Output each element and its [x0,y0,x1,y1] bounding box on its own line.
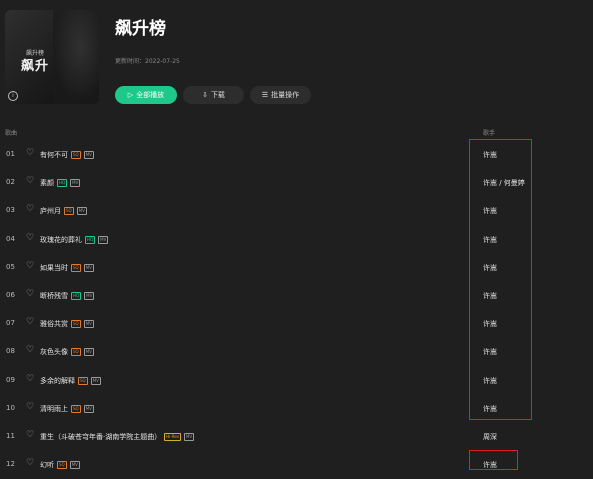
page-title: 飙升榜 [115,19,166,39]
song-title[interactable]: 雅俗共赏 SQ MV [40,319,94,329]
quality-badge[interactable]: MV [183,433,195,441]
song-title-text: 雅俗共赏 [40,320,68,329]
song-title-text: 玫瑰花的葬礼 [40,235,82,244]
quality-badge: HQ [71,292,82,300]
list-icon: ☰ [261,91,269,99]
quality-badge: Hi-Res [164,433,181,441]
quality-badge[interactable]: MV [98,235,109,244]
song-title[interactable]: 断桥残雪 HQ MV [40,291,95,301]
heart-icon[interactable]: ♡ [26,148,34,158]
song-title[interactable]: 清明雨上 SQ MV [40,404,94,414]
cover-big-text: 飙升 [20,59,49,74]
song-title-text: 重生（斗破苍穹年番·湖南学院主题曲） [40,433,162,441]
quality-badge[interactable]: MV [90,376,101,385]
quality-badge: SQ [78,376,88,385]
track-number: 04 [6,234,15,243]
track-number: 01 [6,150,15,158]
heart-icon[interactable]: ♡ [26,345,34,355]
heart-icon[interactable]: ♡ [26,233,34,243]
update-time: 更新时间：2022-07-25 [115,58,180,65]
heart-icon[interactable]: ♡ [26,317,34,327]
quality-badge: SQ [57,461,67,470]
track-number: 07 [6,319,15,328]
quality-badge: SQ [71,151,81,159]
track-number: 11 [6,432,15,440]
download-button[interactable]: ⇩ 下载 [183,86,244,104]
heart-icon[interactable]: ♡ [26,430,34,440]
quality-badge[interactable]: MV [83,348,94,357]
track-number: 09 [6,375,15,384]
heart-icon[interactable]: ♡ [26,402,34,412]
highlight-box-bottom [469,450,518,470]
heart-icon[interactable]: ♡ [26,458,34,468]
quality-badge[interactable]: MV [83,263,94,272]
quality-badge[interactable]: MV [83,404,94,413]
quality-badge[interactable]: MV [83,151,94,159]
column-header-artist: 歌手 [483,130,496,137]
batch-label: 批量操作 [271,91,300,99]
track-number: 08 [6,347,15,356]
play-all-label: 全部播放 [136,91,165,99]
highlight-box-top [469,139,532,420]
artist-link[interactable]: 周深 [483,432,497,442]
song-title[interactable]: 灰色头像 SQ MV [40,347,94,357]
playlist-cover[interactable]: 飙升榜 飙升 i [5,10,99,104]
heart-icon[interactable]: ♡ [26,374,34,384]
quality-badge[interactable]: MV [76,207,87,216]
quality-badge[interactable]: MV [83,320,94,329]
song-title-text: 多余的解释 [40,376,75,385]
song-title-text: 庐州月 [40,207,61,216]
quality-badge: SQ [71,404,81,413]
table-row[interactable]: 11 ♡ 重生（斗破苍穹年番·湖南学院主题曲） Hi-Res MV 周深 [0,423,593,451]
quality-badge: SQ [71,263,81,272]
song-title-text: 断桥残雪 [40,292,68,300]
song-title-text: 如果当时 [40,263,68,272]
song-title[interactable]: 如果当时 SQ MV [40,263,94,273]
quality-badge: SQ [71,320,81,329]
quality-badge[interactable]: MV [70,179,81,188]
song-title-text: 有何不可 [40,151,68,159]
quality-badge: SQ [71,348,81,357]
song-title[interactable]: 玫瑰花的葬礼 HQ MV [40,235,109,245]
song-title[interactable]: 幻听 SQ MV [40,460,80,470]
info-icon[interactable]: i [8,91,18,101]
download-label: 下载 [210,91,225,99]
track-number: 12 [6,460,15,469]
song-title[interactable]: 素颜 HQ MV [40,178,81,188]
play-all-button[interactable]: ▷ 全部播放 [115,86,177,104]
song-title[interactable]: 多余的解释 SQ MV [40,376,101,386]
quality-badge: HQ [57,179,68,188]
song-title[interactable]: 有何不可 SQ MV [40,150,94,160]
play-icon: ▷ [127,91,134,99]
quality-badge[interactable]: MV [69,461,80,470]
track-number: 10 [6,403,15,412]
track-number: 05 [6,262,15,271]
download-icon: ⇩ [202,91,208,99]
heart-icon[interactable]: ♡ [26,289,34,299]
heart-icon[interactable]: ♡ [26,176,34,186]
song-title-text: 幻听 [40,461,54,470]
song-title-text: 灰色头像 [40,348,68,357]
batch-button[interactable]: ☰ 批量操作 [250,86,311,104]
heart-icon[interactable]: ♡ [26,261,34,271]
track-number: 02 [6,178,15,187]
song-title-text: 清明雨上 [40,404,68,413]
song-title-text: 素颜 [40,179,54,188]
song-title[interactable]: 庐州月 SQ MV [40,206,87,216]
column-header-song: 歌曲 [5,130,18,137]
quality-badge: SQ [64,207,74,216]
track-number: 06 [6,291,15,299]
song-title[interactable]: 重生（斗破苍穹年番·湖南学院主题曲） Hi-Res MV [40,432,195,442]
heart-icon[interactable]: ♡ [26,204,34,214]
quality-badge[interactable]: MV [84,292,95,300]
quality-badge: HQ [85,235,96,244]
track-number: 03 [6,206,15,215]
